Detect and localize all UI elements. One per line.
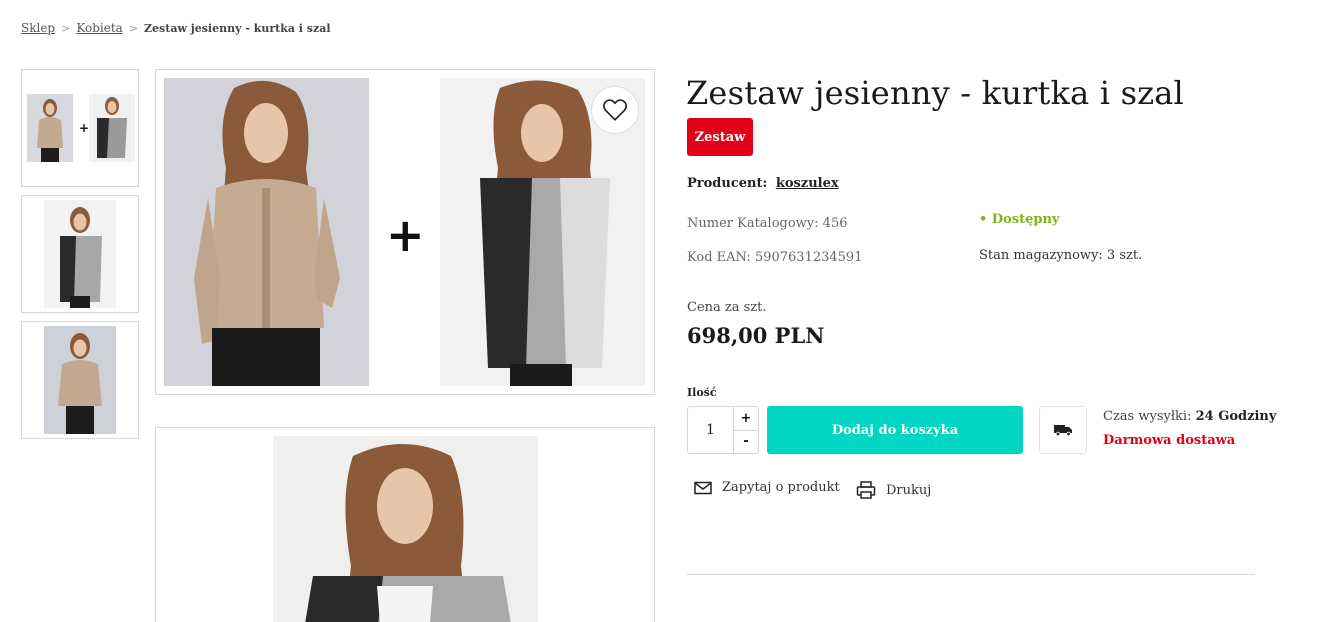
secondary-product-image[interactable] — [155, 427, 655, 622]
thumbnail-set-image: + — [27, 94, 135, 162]
catalog-number: Numer Katalogowy: 456 — [687, 216, 848, 231]
jacket-photo — [164, 78, 369, 386]
thumbnail-set[interactable]: + — [21, 69, 139, 187]
thumbnail-scarf[interactable] — [21, 195, 139, 313]
ask-about-product-label: Zapytaj o produkt — [722, 480, 840, 495]
shipping-time-value: 24 Godziny — [1195, 409, 1277, 424]
breadcrumb: Sklep > Kobieta > Zestaw jesienny - kurt… — [21, 21, 331, 35]
quantity-label: Ilość — [687, 386, 717, 399]
thumbnail-jacket-image — [44, 326, 116, 434]
divider — [687, 574, 1255, 575]
thumbnail-scarf-image — [44, 200, 116, 308]
breadcrumb-link-kobieta[interactable]: Kobieta — [76, 21, 122, 35]
producer-link[interactable]: koszulex — [776, 176, 839, 191]
ask-about-product-link[interactable]: Zapytaj o produkt — [694, 480, 840, 495]
ean-code: Kod EAN: 5907631234591 — [687, 250, 863, 265]
print-label: Drukuj — [886, 482, 932, 498]
producer-row: Producent: koszulex — [687, 176, 839, 191]
printer-icon — [856, 481, 876, 499]
quantity-increase-button[interactable]: + — [734, 407, 758, 430]
quantity-stepper: 1 + - — [687, 406, 759, 454]
price-label: Cena za szt. — [687, 300, 767, 315]
product-title: Zestaw jesienny - kurtka i szal — [686, 74, 1184, 112]
breadcrumb-separator: > — [61, 21, 71, 35]
add-to-cart-button[interactable]: Dodaj do koszyka — [767, 406, 1023, 454]
set-badge: Zestaw — [687, 118, 753, 156]
quantity-decrease-button[interactable]: - — [734, 429, 758, 454]
breadcrumb-separator: > — [128, 21, 139, 35]
envelope-icon — [694, 481, 712, 494]
price-value: 698,00 PLN — [687, 323, 825, 348]
shipping-time-label: Czas wysyłki: — [1103, 409, 1192, 424]
truck-icon — [1054, 425, 1072, 436]
thumbnail-jacket[interactable] — [21, 321, 139, 439]
print-link[interactable]: Drukuj — [856, 480, 931, 500]
quantity-input[interactable]: 1 — [688, 407, 734, 453]
quantity-buttons: + - — [734, 407, 758, 453]
main-product-image[interactable]: + — [155, 69, 655, 395]
svg-text:+: + — [79, 121, 89, 135]
free-shipping: Darmowa dostawa — [1103, 433, 1236, 448]
shipping-icon-box — [1039, 406, 1087, 454]
favorite-button[interactable] — [591, 86, 639, 134]
heart-icon — [603, 99, 627, 121]
availability-status: • Dostępny — [979, 212, 1060, 227]
shipping-time: Czas wysyłki: 24 Godziny — [1103, 409, 1276, 424]
scarf-closeup-photo — [273, 436, 538, 622]
producer-label: Producent: — [687, 176, 768, 191]
plus-sign: + — [386, 208, 425, 262]
breadcrumb-current: Zestaw jesienny - kurtka i szal — [144, 21, 331, 35]
stock-count: Stan magazynowy: 3 szt. — [979, 248, 1143, 263]
breadcrumb-link-sklep[interactable]: Sklep — [21, 21, 55, 35]
